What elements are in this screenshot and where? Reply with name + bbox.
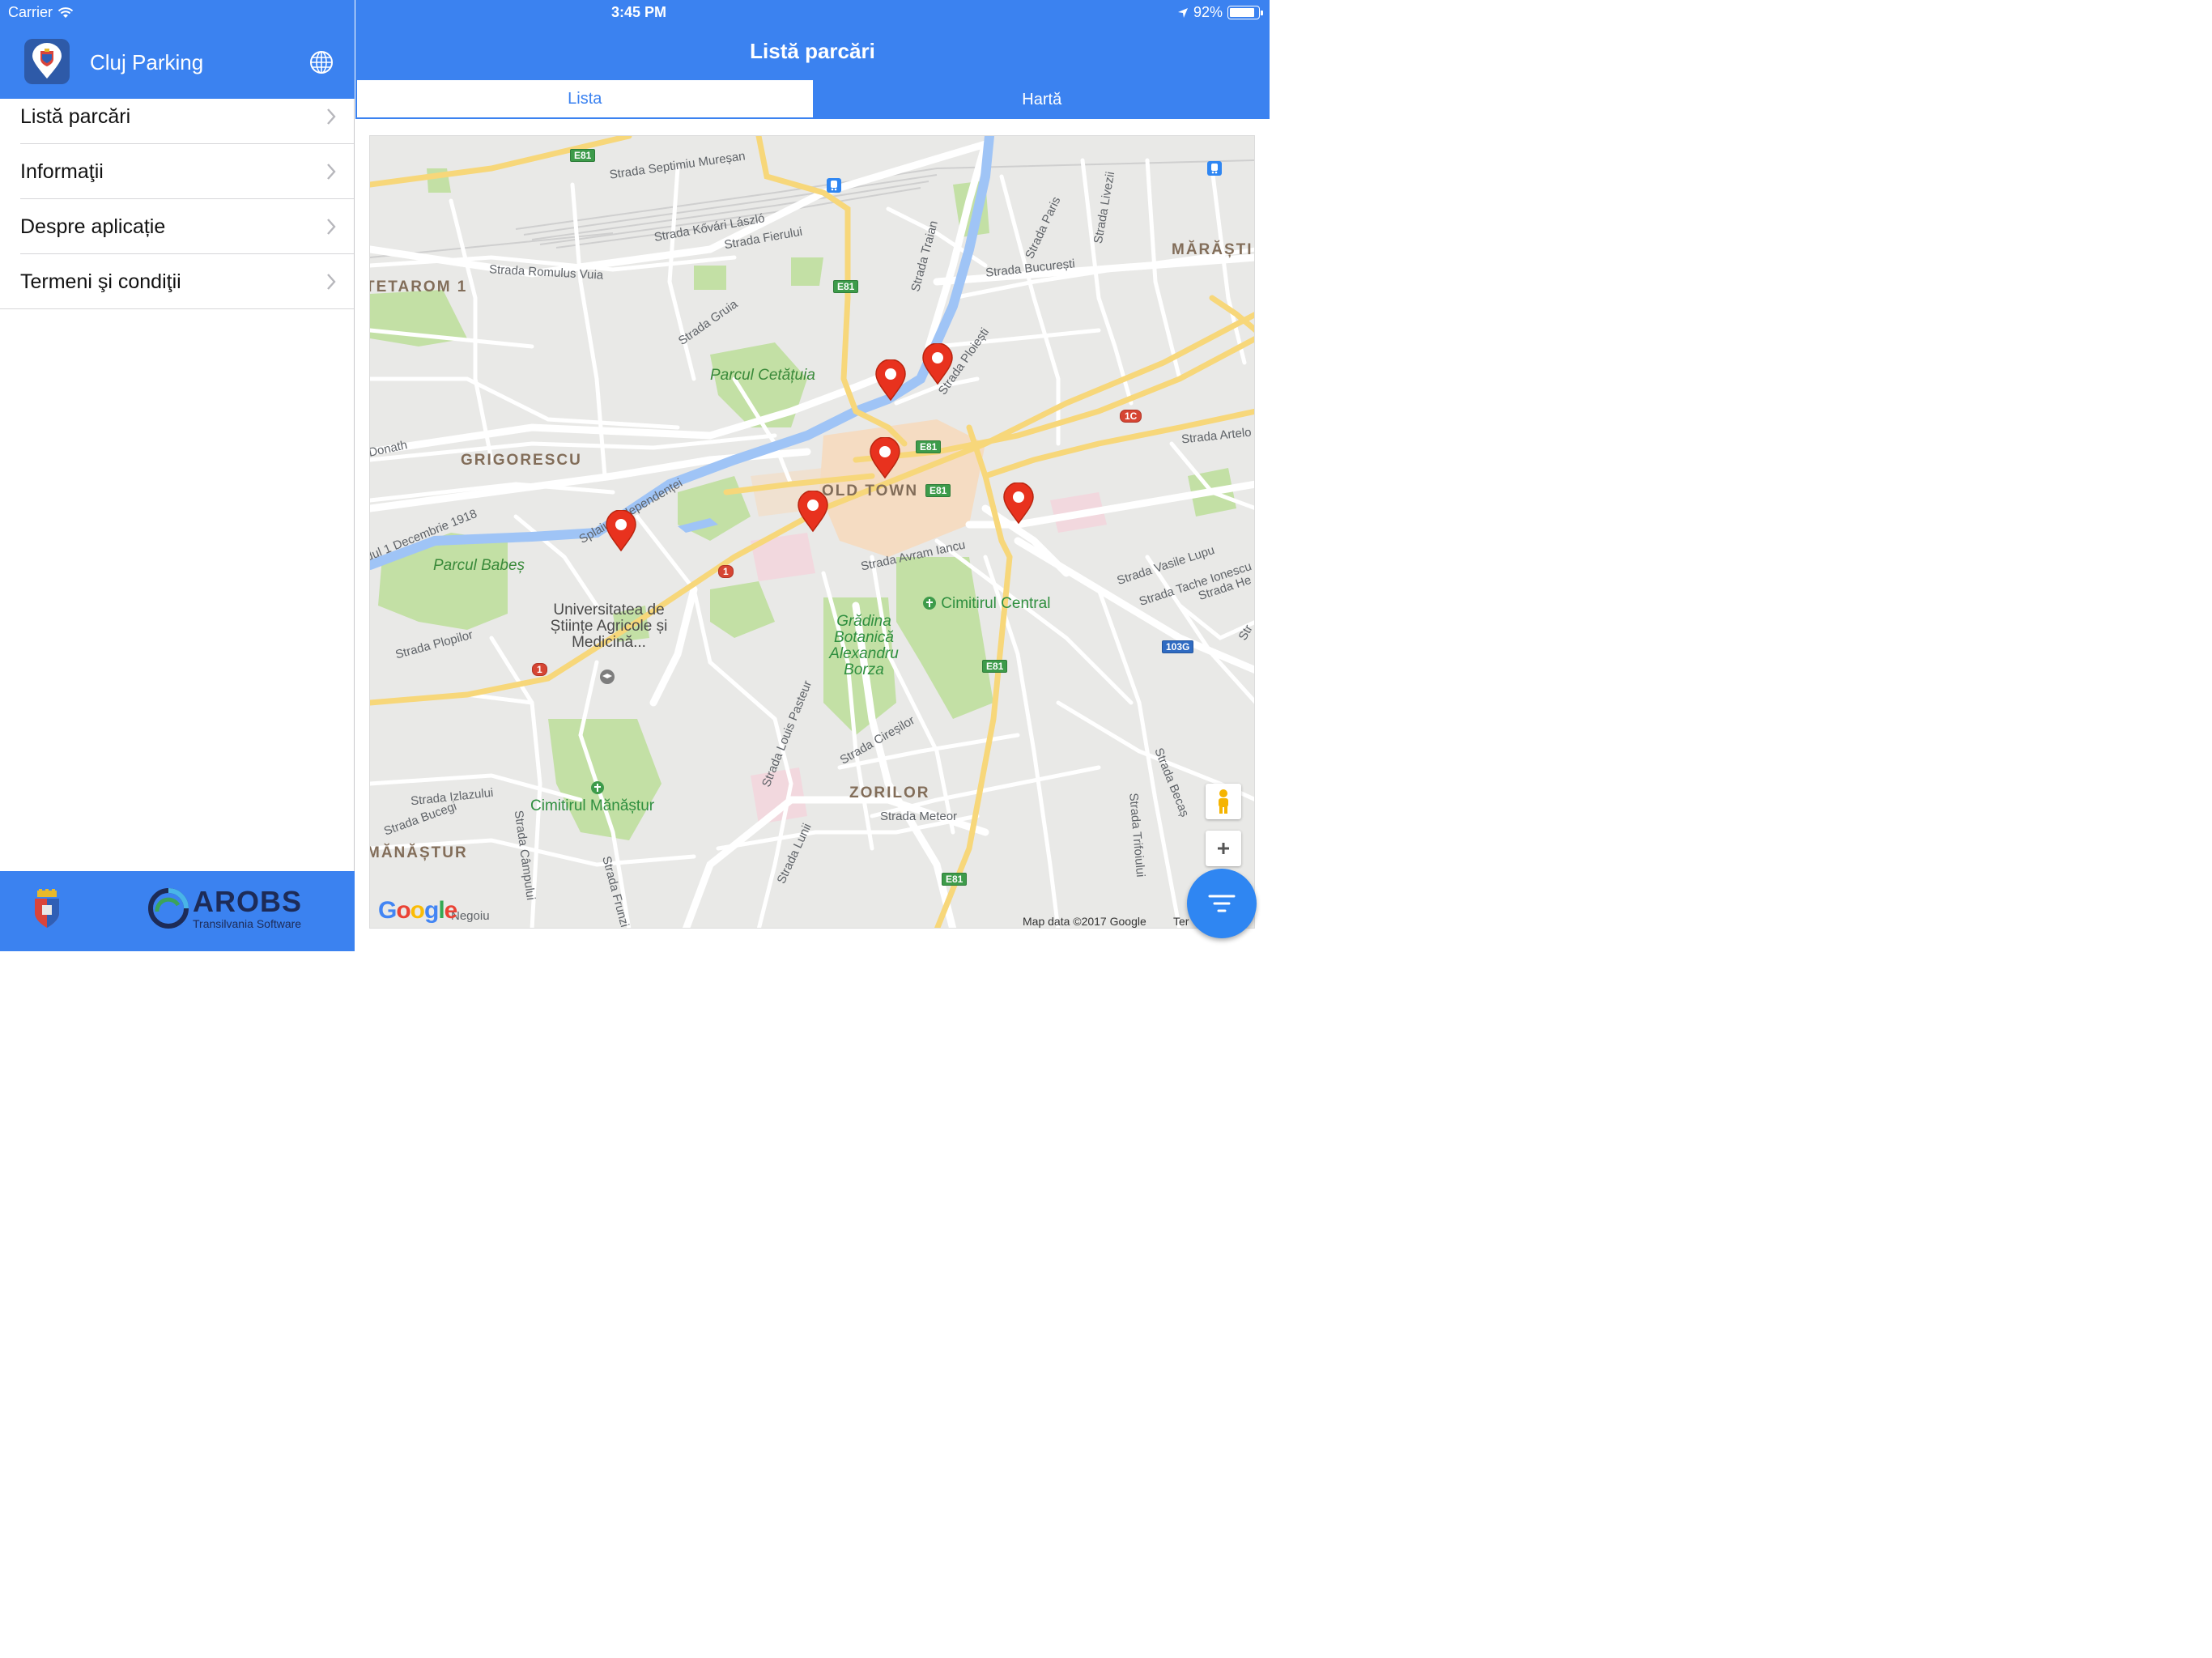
parking-pin[interactable] — [797, 491, 829, 533]
parking-pin[interactable] — [1002, 483, 1035, 525]
status-right: 92% — [1177, 4, 1263, 21]
map-terms-link[interactable]: Ter — [1173, 915, 1189, 928]
district-label: MĂRĂȘTI — [1172, 241, 1253, 258]
school-icon — [600, 670, 615, 684]
route-shield: 1C — [1120, 410, 1142, 423]
parking-pin[interactable] — [605, 510, 637, 552]
train-station-icon — [827, 178, 841, 193]
parking-pin[interactable] — [869, 437, 901, 479]
route-shield: E81 — [833, 280, 859, 293]
arobs-logo: AROBS Transilvania Software — [147, 887, 302, 929]
sidebar-item-label: Termeni şi condiţii — [20, 270, 181, 293]
google-logo: Google — [378, 897, 457, 924]
arobs-brand: AROBS — [193, 885, 303, 918]
sidebar-item-about[interactable]: Despre aplicație — [0, 199, 354, 254]
sidebar-item-label: Listă parcări — [20, 104, 131, 128]
sidebar-item-parking-list[interactable]: Listă parcări — [0, 89, 354, 144]
district-label: ZORILOR — [849, 784, 930, 801]
street-label: Strada Meteor — [880, 810, 958, 823]
route-shield: 103G — [1162, 640, 1194, 653]
chevron-right-icon — [327, 219, 336, 235]
sidebar-header: Carrier Cluj Parking — [0, 0, 355, 99]
city-crest-icon — [35, 889, 59, 928]
parking-pin[interactable] — [874, 359, 907, 402]
parking-map[interactable]: Strada Septimiu Mureșan Strada Kővári Lá… — [369, 135, 1255, 929]
district-label: TETAROM 1 — [369, 278, 468, 295]
street-view-button[interactable] — [1206, 784, 1241, 819]
park-name: Cimitirul Mănăștur — [530, 797, 655, 814]
filter-icon — [1208, 895, 1236, 912]
route-shield: E81 — [916, 440, 942, 453]
chevron-right-icon — [327, 164, 336, 180]
park-label: Parcul Babeș — [433, 557, 525, 574]
wifi-icon — [57, 6, 74, 18]
park-label: Parcul Cetățuia — [710, 367, 815, 384]
district-label: OLD TOWN — [822, 483, 919, 500]
park-label: Cimitirul Central — [922, 596, 1050, 612]
arobs-subtitle: Transilvania Software — [193, 917, 302, 930]
sidebar-item-terms[interactable]: Termeni şi condiţii — [0, 254, 354, 309]
battery-icon — [1227, 6, 1263, 19]
district-label: MĂNĂȘTUR — [369, 844, 468, 861]
park-name: Cimitirul Central — [941, 595, 1051, 612]
chevron-right-icon — [327, 108, 336, 125]
chevron-right-icon — [327, 274, 336, 290]
route-shield: E81 — [925, 484, 951, 497]
sidebar-menu: Listă parcări Informaţii Despre aplicați… — [0, 89, 354, 309]
sidebar-item-label: Despre aplicație — [20, 215, 166, 238]
cemetery-icon — [923, 597, 936, 610]
app-root: Carrier Cluj Parking Listă parcări Infor… — [0, 0, 1270, 951]
status-left: Carrier — [8, 4, 74, 21]
main-header: 3:45 PM 92% Listă parcări — [355, 0, 1270, 81]
route-shield: E81 — [982, 660, 1008, 673]
cemetery-icon — [591, 781, 604, 794]
view-tabs: Lista Hartă — [355, 80, 1270, 119]
parking-pin[interactable] — [921, 343, 954, 385]
route-shield: 1 — [718, 565, 734, 578]
location-arrow-icon — [1177, 7, 1188, 18]
globe-icon — [310, 51, 333, 74]
university-label: Universitatea de Științe Agricole și Med… — [550, 602, 668, 651]
sidebar-item-label: Informaţii — [20, 159, 104, 183]
arobs-swirl-icon — [148, 888, 189, 929]
battery-fill — [1230, 8, 1255, 17]
app-title: Cluj Parking — [90, 50, 204, 74]
tab-map[interactable]: Hartă — [815, 80, 1270, 119]
plus-icon — [1218, 843, 1229, 854]
route-shield: E81 — [570, 149, 596, 162]
page-title: Listă parcări — [750, 39, 875, 63]
language-button[interactable] — [308, 49, 335, 76]
main-panel: 3:45 PM 92% Listă parcări Lista Hartă St… — [355, 0, 1270, 951]
map-attribution: Map data ©2017 Google — [1023, 915, 1146, 928]
app-logo-icon — [24, 39, 70, 84]
pegman-icon — [1219, 789, 1228, 814]
status-time: 3:45 PM — [610, 4, 667, 20]
park-label: Cimitirul Mănăștur — [530, 781, 655, 814]
sidebar-footer: AROBS Transilvania Software — [0, 871, 355, 951]
sidebar-item-information[interactable]: Informaţii — [0, 144, 354, 199]
botanical-garden-label: Grădina Botanică Alexandru Borza — [829, 613, 899, 678]
route-shield: 1 — [532, 663, 547, 676]
filter-button[interactable] — [1187, 869, 1257, 938]
battery-percent: 92% — [1193, 4, 1223, 20]
carrier-label: Carrier — [8, 4, 53, 20]
district-label: GRIGORESCU — [461, 452, 582, 469]
route-shield: E81 — [942, 873, 968, 886]
tab-list[interactable]: Lista — [355, 80, 815, 119]
zoom-in-button[interactable] — [1206, 831, 1241, 866]
train-station-icon — [1207, 161, 1222, 176]
sidebar: Carrier Cluj Parking Listă parcări Infor… — [0, 0, 355, 951]
